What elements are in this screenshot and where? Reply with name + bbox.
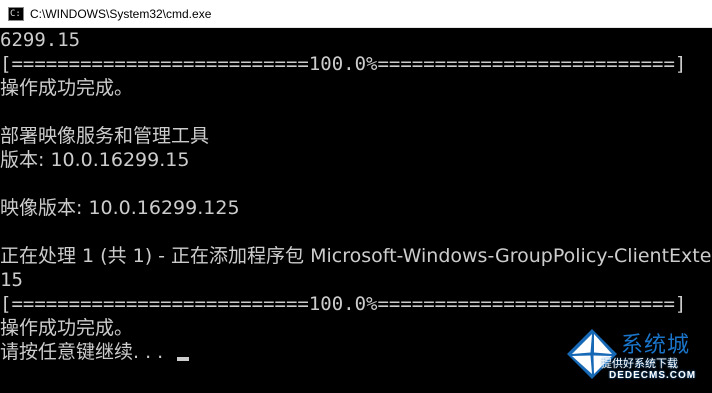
window-title: C:\WINDOWS\System32\cmd.exe bbox=[30, 6, 212, 21]
watermark: 系统城 提供好系统下载 DEDECMS.COM bbox=[563, 325, 708, 387]
console-line: 6299.15 bbox=[0, 29, 81, 51]
console-line: 部署映像服务和管理工具 bbox=[0, 125, 210, 147]
progress-line: [==========================100.0%=======… bbox=[0, 53, 687, 75]
console-line: 正在处理 1 (共 1) - 正在添加程序包 Microsoft-Windows… bbox=[0, 245, 712, 267]
console-line: 映像版本: 10.0.16299.125 bbox=[0, 197, 240, 219]
console-line: 操作成功完成。 bbox=[0, 77, 134, 99]
console-line: 版本: 10.0.16299.15 bbox=[0, 149, 190, 171]
progress-line: [==========================100.0%=======… bbox=[0, 293, 687, 315]
console-line: 操作成功完成。 bbox=[0, 317, 134, 339]
prompt-text: 请按任意键继续. . . bbox=[0, 341, 170, 363]
title-bar[interactable]: C: C:\WINDOWS\System32\cmd.exe bbox=[0, 0, 712, 28]
console-line: 15 bbox=[0, 269, 23, 291]
prompt-line: 请按任意键继续. . . bbox=[0, 340, 190, 364]
watermark-url: DEDECMS.COM bbox=[609, 370, 697, 381]
watermark-sub: 提供好系统下载 bbox=[601, 357, 678, 370]
cmd-icon: C: bbox=[8, 6, 24, 21]
text-cursor bbox=[177, 357, 190, 361]
